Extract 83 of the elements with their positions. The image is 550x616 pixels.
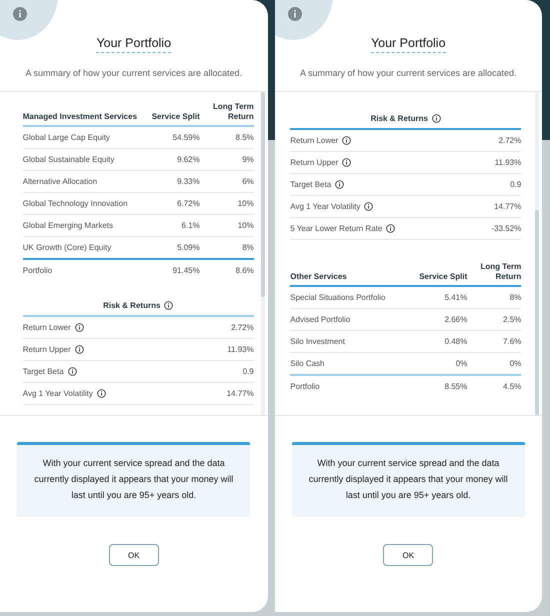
split-value: 9.33% [176,177,200,186]
metric-value: 14.77% [226,389,254,398]
result-message: With your current service spread and the data currently displayed it appears that your money will last until you are 95+ years old. [292,442,525,517]
return-value: 9% [241,155,254,164]
info-icon[interactable] [386,224,396,233]
metric-label: Target Beta [290,180,332,189]
service-name: Silo Cash [290,359,326,368]
metric-value: 11.93% [494,158,522,167]
info-icon[interactable] [74,345,84,354]
split-value: 0% [454,359,468,368]
metric-value: 0.9 [242,367,254,376]
dialog-title: Your Portfolio [96,36,172,53]
metric-label: Return Lower [22,323,71,332]
column-header: Service Split [150,112,200,122]
info-icon[interactable] [335,180,344,189]
info-icon[interactable] [164,301,174,310]
return-value: 8.5% [234,133,254,142]
info-icon[interactable] [364,202,374,211]
return-value: 10% [236,221,254,230]
metric-value: -33.52% [490,224,522,233]
info-icon[interactable] [74,323,84,332]
info-icon[interactable] [96,389,106,398]
split-value: 5.41% [444,293,468,302]
total-label: Portfolio [22,266,54,275]
dialog-title: Your Portfolio [370,36,446,53]
metric-label: 5 Year Lower Return Rate [290,224,382,233]
split-value: 0.48% [444,337,468,346]
return-value: 7.6% [502,337,522,346]
service-name: Global Technology Innovation [22,199,129,208]
service-name: Global Large Cap Equity [22,133,111,142]
return-value: 8.6% [234,266,254,275]
return-value: 8% [241,243,254,252]
info-icon[interactable] [342,136,352,145]
split-value: 91.45% [172,266,200,275]
service-name: Global Sustainable Equity [22,155,116,164]
info-icon[interactable] [432,114,441,123]
dialog-subtitle: A summary of how your current services are allocated. [298,67,518,80]
split-value: 2.66% [444,315,468,324]
metric-label: Avg 1 Year Volatility [22,389,93,398]
scrollbar[interactable] [535,92,540,415]
column-header: Service Split [418,272,468,282]
ok-button[interactable]: OK [108,544,159,566]
metric-label: Return Lower [290,136,338,145]
return-value: 4.5% [502,382,522,391]
metric-label: Avg 1 Year Volatility [290,202,360,211]
return-value: 0% [508,359,522,368]
split-value: 6.72% [176,199,200,208]
service-name: Special Situations Portfolio [290,293,386,302]
info-icon[interactable] [342,158,352,167]
column-header: Long Term Return [212,102,254,122]
info-icon[interactable] [68,367,77,376]
return-value: 8% [508,293,522,302]
return-value: 10% [236,199,254,208]
column-header: Other Services [290,272,348,282]
total-label: Portfolio [290,382,321,391]
split-value: 6.1% [180,221,200,230]
metric-value: 11.93% [226,345,254,354]
dialog-subtitle: A summary of how your current services are allocated. [24,67,244,80]
return-value: 6% [241,177,254,186]
service-name: UK Growth (Core) Equity [22,243,112,252]
section-heading: Risk & Returns [103,301,160,310]
ok-button[interactable]: OK [383,544,434,566]
metric-label: Return Upper [290,158,338,167]
service-name: Global Emerging Markets [22,221,114,230]
service-name: Alternative Allocation [22,177,98,186]
column-header: Long Term Return [480,262,522,282]
metric-label: Target Beta [22,367,64,376]
metric-label: Return Upper [22,345,71,354]
metric-value: 2.72% [498,136,522,145]
metric-value: 0.9 [509,180,522,189]
section-heading: Risk & Returns [370,114,428,123]
result-message: With your current service spread and the data currently displayed it appears that your money will last until you are 95+ years old. [17,442,250,517]
split-value: 9.62% [176,155,200,164]
return-value: 2.5% [502,315,522,324]
split-value: 8.55% [444,382,468,391]
service-name: Advised Portfolio [290,315,352,324]
metric-value: 14.77% [493,202,522,211]
scrollbar[interactable] [260,92,265,415]
column-header: Managed Investment Services [22,112,138,122]
service-name: Silo Investment [290,337,346,346]
split-value: 5.09% [176,243,200,252]
metric-value: 2.72% [230,323,254,332]
split-value: 54.59% [172,133,200,142]
